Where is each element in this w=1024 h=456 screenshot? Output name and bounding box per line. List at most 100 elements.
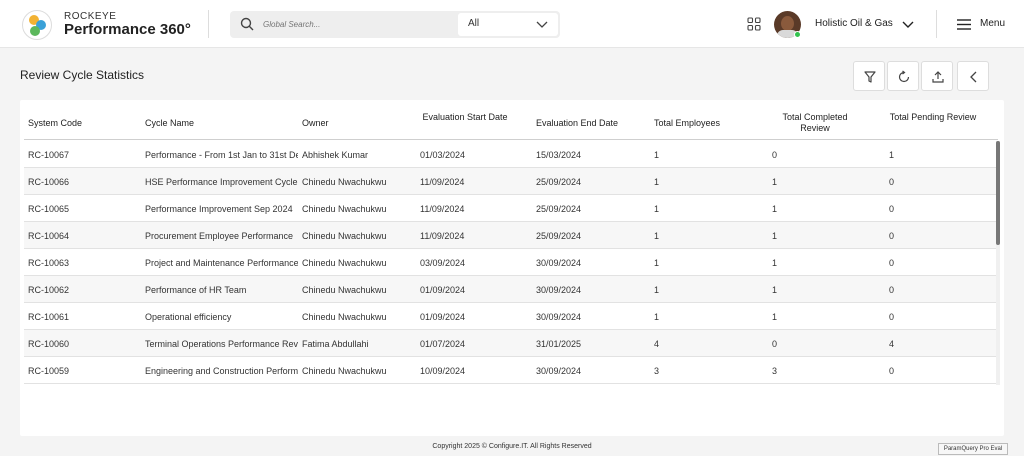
cell-end-date: 30/09/2024 — [536, 312, 582, 322]
column-header-cycle-name[interactable]: Cycle Name — [145, 118, 194, 129]
cell-system-code: RC-10065 — [28, 204, 70, 214]
cell-start-date: 01/07/2024 — [420, 339, 466, 349]
column-header-evaluation-start-date[interactable]: Evaluation Start Date — [420, 112, 510, 123]
cell-total-pending: 0 — [889, 231, 895, 241]
table-row[interactable]: RC-10063 Project and Maintenance Perform… — [24, 249, 998, 276]
search-input[interactable] — [263, 16, 453, 33]
column-header-owner[interactable]: Owner — [302, 118, 329, 129]
cell-owner: Chinedu Nwachukwu — [302, 177, 387, 187]
cell-total-pending: 1 — [889, 150, 895, 160]
menu-label: Menu — [980, 18, 1006, 29]
table-row[interactable]: RC-10067 Performance - From 1st Jan to 3… — [24, 141, 998, 168]
cell-cycle-name: Engineering and Construction Performance — [145, 366, 298, 376]
table-scrollbar[interactable] — [996, 141, 1000, 385]
cell-total-pending: 4 — [889, 339, 895, 349]
cell-total-employees: 1 — [654, 204, 660, 214]
hamburger-icon — [957, 19, 971, 30]
column-header-evaluation-end-date[interactable]: Evaluation End Date — [536, 118, 618, 129]
cell-owner: Chinedu Nwachukwu — [302, 258, 387, 268]
table-row[interactable]: RC-10065 Performance Improvement Sep 202… — [24, 195, 998, 222]
cell-total-employees: 1 — [654, 150, 660, 160]
table-body: RC-10067 Performance - From 1st Jan to 3… — [24, 141, 998, 385]
cell-start-date: 01/09/2024 — [420, 312, 466, 322]
cell-system-code: RC-10064 — [28, 231, 70, 241]
cell-total-employees: 1 — [654, 285, 660, 295]
cell-total-employees: 1 — [654, 312, 660, 322]
header-divider — [936, 10, 937, 38]
top-header: ROCKEYE Performance 360° All Holistic Oi… — [0, 0, 1024, 48]
cell-end-date: 31/01/2025 — [536, 339, 582, 349]
cell-end-date: 25/09/2024 — [536, 177, 582, 187]
online-status-dot — [794, 31, 801, 38]
cell-cycle-name: Performance of HR Team — [145, 285, 247, 295]
cell-system-code: RC-10063 — [28, 258, 70, 268]
chevron-down-icon — [536, 21, 548, 28]
cell-owner: Chinedu Nwachukwu — [302, 204, 387, 214]
search-scope-value: All — [468, 18, 480, 29]
cell-end-date: 30/09/2024 — [536, 258, 582, 268]
cell-cycle-name: HSE Performance Improvement Cycle — [145, 177, 298, 187]
table-row[interactable]: RC-10066 HSE Performance Improvement Cyc… — [24, 168, 998, 195]
cell-start-date: 01/09/2024 — [420, 285, 466, 295]
table-header: System Code Cycle Name Owner Evaluation … — [24, 104, 998, 140]
cell-owner: Chinedu Nwachukwu — [302, 312, 387, 322]
cell-cycle-name: Performance - From 1st Jan to 31st Dec — [145, 150, 298, 160]
menu-button[interactable]: Menu — [957, 16, 1017, 34]
back-button[interactable] — [957, 61, 989, 91]
company-name[interactable]: Holistic Oil & Gas — [815, 18, 893, 29]
app-logo[interactable] — [22, 10, 52, 40]
cell-total-employees: 1 — [654, 231, 660, 241]
cell-end-date: 15/03/2024 — [536, 150, 582, 160]
cell-cycle-name: Procurement Employee Performance — [145, 231, 294, 241]
scrollbar-thumb[interactable] — [996, 141, 1000, 245]
column-header-total-completed-review[interactable]: Total Completed Review — [770, 112, 860, 134]
cell-start-date: 11/09/2024 — [420, 177, 465, 187]
cell-end-date: 30/09/2024 — [536, 285, 582, 295]
cell-total-employees: 3 — [654, 366, 660, 376]
table-row[interactable]: RC-10059 Engineering and Construction Pe… — [24, 357, 998, 384]
cell-cycle-name: Operational efficiency — [145, 312, 232, 322]
cell-owner: Chinedu Nwachukwu — [302, 285, 387, 295]
footer-copyright: Copyright 2025 © Configure.IT. All Right… — [432, 443, 592, 450]
search-scope-select[interactable]: All — [458, 13, 558, 36]
filter-button[interactable] — [853, 61, 885, 91]
table-row[interactable]: RC-10060 Terminal Operations Performance… — [24, 330, 998, 357]
cell-total-employees: 1 — [654, 258, 660, 268]
cell-owner: Chinedu Nwachukwu — [302, 366, 387, 376]
filter-icon — [864, 71, 876, 83]
cell-start-date: 10/09/2024 — [420, 366, 466, 376]
cell-total-pending: 0 — [889, 285, 895, 295]
cell-total-completed: 1 — [772, 258, 778, 268]
cell-start-date: 03/09/2024 — [420, 258, 466, 268]
export-icon — [932, 71, 944, 83]
cell-total-pending: 0 — [889, 177, 895, 187]
cell-owner: Abhishek Kumar — [302, 150, 369, 160]
column-header-total-employees[interactable]: Total Employees — [654, 118, 720, 129]
cell-owner: Fatima Abdullahi — [302, 339, 369, 349]
table-row[interactable]: RC-10064 Procurement Employee Performanc… — [24, 222, 998, 249]
table-row[interactable]: RC-10061 Operational efficiency Chinedu … — [24, 303, 998, 330]
apps-grid-icon[interactable] — [747, 17, 761, 31]
cell-end-date: 30/09/2024 — [536, 366, 582, 376]
column-header-system-code[interactable]: System Code — [28, 118, 82, 129]
cell-owner: Chinedu Nwachukwu — [302, 231, 387, 241]
back-icon — [970, 71, 977, 83]
column-header-total-pending-review[interactable]: Total Pending Review — [888, 112, 978, 123]
statistics-panel: System Code Cycle Name Owner Evaluation … — [20, 100, 1004, 436]
search-icon[interactable] — [240, 17, 254, 31]
cell-start-date: 11/09/2024 — [420, 204, 465, 214]
cell-cycle-name: Terminal Operations Performance Review — [145, 339, 298, 349]
chevron-down-icon[interactable] — [902, 19, 914, 29]
cell-total-pending: 0 — [889, 204, 895, 214]
cell-end-date: 25/09/2024 — [536, 231, 582, 241]
export-button[interactable] — [921, 61, 953, 91]
cell-system-code: RC-10067 — [28, 150, 70, 160]
table-row[interactable]: RC-10062 Performance of HR Team Chinedu … — [24, 276, 998, 303]
cell-start-date: 01/03/2024 — [420, 150, 466, 160]
cell-system-code: RC-10066 — [28, 177, 70, 187]
cell-total-pending: 0 — [889, 366, 895, 376]
cell-start-date: 11/09/2024 — [420, 231, 465, 241]
header-divider — [208, 10, 209, 38]
cell-cycle-name: Performance Improvement Sep 2024 — [145, 204, 293, 214]
refresh-button[interactable] — [887, 61, 919, 91]
